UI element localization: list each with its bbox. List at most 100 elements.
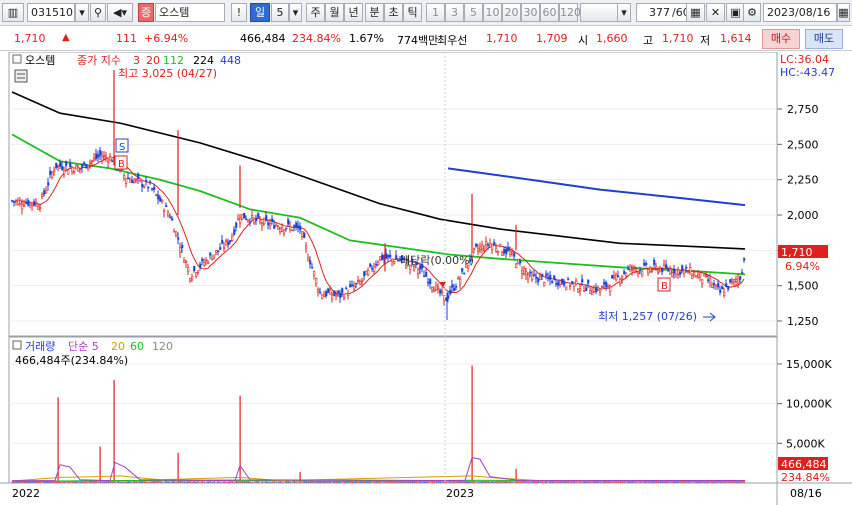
candle-body [311,266,314,269]
candle-body [391,258,394,262]
period-tick-button[interactable]: 틱 [403,3,422,22]
code-dropdown-icon[interactable]: ▾ [75,3,89,22]
interval-10-button[interactable]: 10 [483,3,502,22]
sell-button[interactable]: 매도 [805,29,843,49]
candle-body [481,244,484,250]
period-daily-button[interactable]: 일 [250,3,270,22]
volume-panel-toggle-icon[interactable] [12,340,22,350]
volume-bar [289,481,291,483]
candle-body [491,244,494,250]
settings-icon[interactable]: ⚙ [743,3,761,22]
crosshair-icon[interactable]: ✕ [706,3,725,22]
period-week-button[interactable]: 주 [306,3,325,22]
period-minute-button[interactable]: 분 [365,3,384,22]
candle-body [633,265,636,268]
volume-bar [71,482,73,483]
candle-body [603,282,606,285]
buy-button[interactable]: 매수 [762,29,800,49]
candle-body [575,280,578,285]
candle-body [171,218,174,221]
candle-body [543,282,546,286]
volume-bar [239,395,241,483]
menu-icon[interactable]: ▥ [2,3,24,22]
interval-20-button[interactable]: 20 [502,3,521,22]
candle-body [423,275,426,278]
candle-body [381,254,384,260]
candle-body [239,217,242,224]
candle-body [661,267,664,273]
period-year-button[interactable]: 년 [344,3,363,22]
custom-interval-dropdown-icon[interactable]: ▾ [617,3,631,22]
volume-bar [637,482,639,483]
volume-bar [85,481,87,483]
ask-price: 1,710 [486,32,518,45]
data-count-field[interactable]: 377 [636,3,672,22]
interval-30-button[interactable]: 30 [521,3,540,22]
custom-interval-field[interactable] [580,3,618,22]
candle-body [271,218,274,222]
volume-bar [691,482,693,483]
period-month-button[interactable]: 월 [325,3,344,22]
interval-60-button[interactable]: 60 [540,3,559,22]
candle-body [143,185,146,189]
candle-body [527,274,530,280]
candle-body [297,225,300,229]
candle-body [63,170,66,175]
date-field[interactable]: 2023/08/16 [763,3,837,22]
interval-1-button[interactable]: 1 [426,3,445,22]
ma20-legend: 20 [146,54,160,67]
calendar-icon[interactable]: ▦ [837,3,850,22]
candle-body [185,261,188,263]
search-icon[interactable]: ⚲ [90,3,106,22]
candle-body [87,165,90,169]
volume-bar [601,482,603,483]
period-dropdown-icon[interactable]: ▾ [289,3,302,22]
period-second-button[interactable]: 초 [384,3,403,22]
candle-body [699,272,702,278]
bid-price: 1,709 [536,32,568,45]
candle-body [177,237,180,240]
candle-body [503,249,506,254]
candle-body [619,279,622,285]
chart-area[interactable]: 오스템 종가 지수 3 20 112 224 448 최고 3,025 (04/… [0,51,852,505]
candle-body [135,178,138,181]
candle-body [71,167,74,173]
svg-text:B: B [661,281,668,292]
speaker-icon[interactable]: ◀▾ [107,3,133,22]
candle-body [569,285,572,287]
panel-toggle-icon[interactable] [12,54,22,64]
candle-body [75,165,78,170]
candle-body [217,250,220,252]
volume-bar [451,482,453,483]
candle-body [279,228,282,233]
volume-bar [533,481,535,483]
interval-3-button[interactable]: 3 [445,3,464,22]
candle-body [43,190,46,195]
price-panel-title: 종가 지수 [77,54,121,67]
candle-body [583,290,586,292]
candle-body [157,194,160,200]
volume-bar [211,482,213,483]
price-axis: 2,7502,5002,2502,0001,7501,5001,250 [777,103,819,328]
volume-bar [181,481,183,483]
candle-body [317,289,320,292]
stock-name-field[interactable]: 오스템 [155,3,225,22]
candle-body [697,274,700,278]
high-annotation: 최고 3,025 (04/27) [118,67,217,80]
stock-code-input[interactable]: 031510 [27,3,75,22]
volume-bar [223,481,225,483]
candle-body [249,221,252,224]
period-count-field[interactable]: 5 [271,3,289,22]
alert-icon[interactable]: ! [231,3,247,22]
interval-120-button[interactable]: 120 [559,3,581,22]
volume-bar [611,482,613,483]
indicator-settings-icon[interactable] [14,69,28,83]
stock-chart[interactable]: 오스템 종가 지수 3 20 112 224 448 최고 3,025 (04/… [0,51,852,505]
candle-body [29,201,32,205]
interval-5-button[interactable]: 5 [464,3,483,22]
up-arrow-icon: ▲ [62,32,70,43]
volume-bar [227,481,229,483]
grid-icon[interactable]: ▦ [686,3,705,22]
candle-body [665,264,668,268]
volume-bar [455,481,457,483]
